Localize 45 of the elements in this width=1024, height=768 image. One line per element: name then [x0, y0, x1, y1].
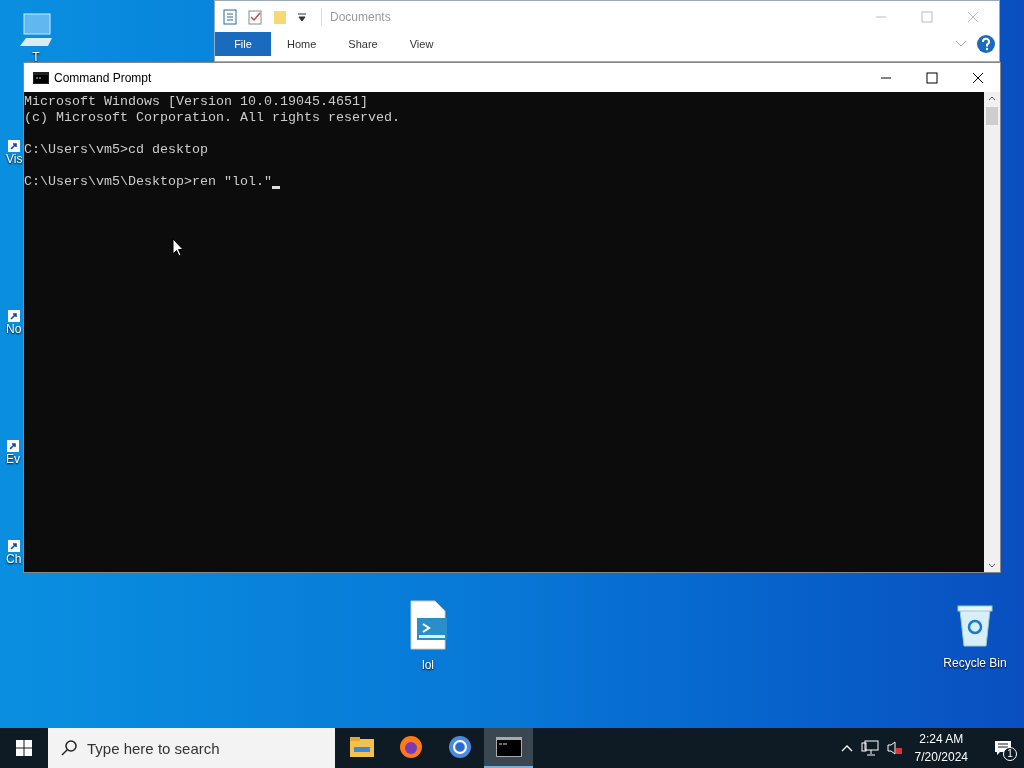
- window-title: Command Prompt: [54, 69, 152, 87]
- scroll-up-icon[interactable]: [988, 95, 996, 101]
- clock-date[interactable]: 7/20/2024: [914, 748, 968, 766]
- window-title: Documents: [321, 7, 391, 26]
- firefox-icon: [398, 735, 423, 759]
- console-area[interactable]: Microsoft Windows [Version 10.0.19045.4651] (c) Microsoft Corporation. All rights reserved. C:\Users\vm5>cd desktop C:\Users\vm5\Desktop>ren "lol.": [24, 92, 984, 572]
- console-line: C:\Users\vm5>cd desktop: [24, 142, 208, 158]
- checklist-icon[interactable]: [247, 8, 263, 25]
- help-icon[interactable]: [977, 35, 995, 53]
- console-icon: [495, 737, 522, 757]
- console-line: (c) Microsoft Corporation. All rights reserved.: [24, 110, 400, 126]
- scrollbar-thumb[interactable]: [986, 107, 998, 125]
- windows-logo-icon: [16, 740, 32, 756]
- ribbon-tab[interactable]: Share: [332, 32, 394, 56]
- scrollbar[interactable]: [984, 92, 1000, 572]
- shortcut-icon: [7, 310, 20, 322]
- console-line: C:\Users\vm5\Desktop>ren "lol.": [24, 174, 272, 190]
- close-icon[interactable]: [972, 71, 984, 84]
- console-line: Microsoft Windows [Version 10.0.19045.4651]: [24, 94, 368, 110]
- clock-time[interactable]: 2:24 AM: [919, 730, 964, 748]
- desktop-icon-label[interactable]: lol: [422, 656, 434, 674]
- notification-badge: 1: [1003, 747, 1017, 761]
- folder-icon: [349, 737, 374, 757]
- ribbon-tab[interactable]: File: [215, 32, 271, 56]
- taskbar-app-button[interactable]: [484, 728, 533, 768]
- network-icon[interactable]: [860, 740, 879, 756]
- shortcut-icon: [7, 540, 20, 552]
- desktop-icon-label[interactable]: T: [32, 50, 40, 64]
- mouse-pointer-icon: [172, 238, 184, 257]
- shortcut-icon: [8, 140, 21, 152]
- recycle-bin-icon: [955, 602, 995, 648]
- maximize-icon[interactable]: [926, 71, 938, 84]
- ribbon-tab[interactable]: Home: [271, 32, 333, 56]
- scroll-down-icon[interactable]: [988, 563, 996, 569]
- ribbon-tab[interactable]: View: [393, 32, 450, 56]
- desktop-icon-label[interactable]: Recycle Bin: [943, 654, 1007, 672]
- console-icon: [33, 71, 49, 84]
- shortcut-icon: [7, 440, 19, 452]
- browser-icon: [447, 735, 472, 759]
- dropdown-icon[interactable]: [297, 11, 307, 22]
- script-file-icon: [407, 600, 449, 650]
- muted-speaker-icon[interactable]: [886, 740, 903, 756]
- chevron-up-icon[interactable]: [840, 744, 853, 752]
- search-icon: [60, 739, 78, 757]
- search-field[interactable]: Type here to search: [48, 728, 335, 768]
